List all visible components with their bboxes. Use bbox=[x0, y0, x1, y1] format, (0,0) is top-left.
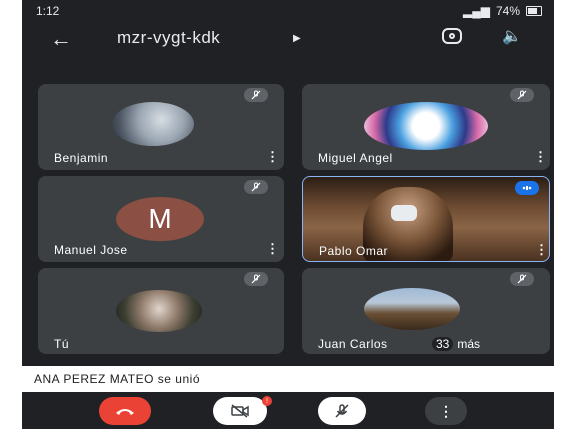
face-mask bbox=[391, 205, 417, 221]
avatar bbox=[364, 102, 488, 150]
mic-muted-icon bbox=[244, 272, 268, 286]
battery-icon bbox=[526, 6, 542, 16]
camera-off-icon bbox=[231, 404, 249, 418]
hang-up-button[interactable] bbox=[99, 397, 151, 425]
more-participants-label: más bbox=[457, 337, 481, 351]
more-participants-chip[interactable]: 33 más bbox=[426, 335, 487, 353]
more-vertical-icon: ⋮ bbox=[439, 402, 453, 419]
mic-muted-icon bbox=[510, 88, 534, 102]
more-options-icon[interactable]: ⋮ bbox=[534, 149, 547, 165]
avatar bbox=[364, 288, 460, 330]
avatar-letter: M bbox=[116, 197, 204, 241]
more-participants-count: 33 bbox=[432, 337, 454, 351]
participant-tile-pablo-omar[interactable]: Pablo Omar ⋮ bbox=[302, 176, 550, 262]
meeting-header: ← mzr-vygt-kdk ▶ 🔈 bbox=[22, 22, 554, 58]
meeting-code[interactable]: mzr-vygt-kdk bbox=[117, 28, 220, 48]
participant-name: Manuel Jose bbox=[54, 243, 128, 257]
participant-tile-self[interactable]: Tú bbox=[38, 268, 284, 354]
participant-name: Tú bbox=[54, 337, 70, 351]
toast-message: ANA PEREZ MATEO se unió bbox=[34, 372, 200, 386]
participant-name: Pablo Omar bbox=[319, 244, 389, 258]
participant-tile-benjamin[interactable]: Benjamin ⋮ bbox=[38, 84, 284, 170]
participant-name: Juan Carlos bbox=[318, 337, 388, 351]
mic-muted-icon bbox=[244, 180, 268, 194]
camera-toggle-button[interactable] bbox=[213, 397, 267, 425]
meet-screen: 1:12 ▂▄▆ 74% ← mzr-vygt-kdk ▶ 🔈 Benjamin… bbox=[22, 0, 554, 429]
status-time: 1:12 bbox=[36, 4, 60, 18]
caret-right-icon[interactable]: ▶ bbox=[293, 33, 301, 44]
more-options-icon[interactable]: ⋮ bbox=[266, 241, 279, 257]
mic-off-icon bbox=[335, 404, 349, 418]
status-right: ▂▄▆ 74% bbox=[463, 4, 542, 18]
participant-name: Benjamin bbox=[54, 151, 109, 165]
speaker-icon[interactable]: 🔈 bbox=[502, 26, 522, 46]
mic-muted-icon bbox=[244, 88, 268, 102]
more-options-icon[interactable]: ⋮ bbox=[535, 242, 548, 258]
avatar bbox=[112, 102, 194, 146]
call-controls: ! ⋮ bbox=[22, 395, 554, 429]
mic-toggle-button[interactable] bbox=[318, 397, 366, 425]
speaking-indicator-icon bbox=[515, 181, 539, 195]
status-bar: 1:12 ▂▄▆ 74% bbox=[22, 0, 554, 22]
participant-tile-juan-carlos[interactable]: Juan Carlos 33 más bbox=[302, 268, 550, 354]
back-arrow-icon[interactable]: ← bbox=[50, 26, 72, 52]
participant-tile-miguel-angel[interactable]: Miguel Angel ⋮ bbox=[302, 84, 550, 170]
more-menu-button[interactable]: ⋮ bbox=[425, 397, 467, 425]
join-toast: ANA PEREZ MATEO se unió bbox=[22, 366, 554, 392]
camera-alert-badge: ! bbox=[262, 396, 272, 406]
phone-hangup-icon bbox=[116, 409, 134, 415]
battery-percent: 74% bbox=[495, 4, 520, 18]
participant-tile-manuel-jose[interactable]: M Manuel Jose ⋮ bbox=[38, 176, 284, 262]
switch-camera-icon[interactable] bbox=[442, 28, 462, 44]
participant-name: Miguel Angel bbox=[318, 151, 393, 165]
avatar bbox=[116, 290, 202, 332]
signal-icon: ▂▄▆ bbox=[463, 4, 490, 18]
mic-muted-icon bbox=[510, 272, 534, 286]
more-options-icon[interactable]: ⋮ bbox=[266, 149, 279, 165]
